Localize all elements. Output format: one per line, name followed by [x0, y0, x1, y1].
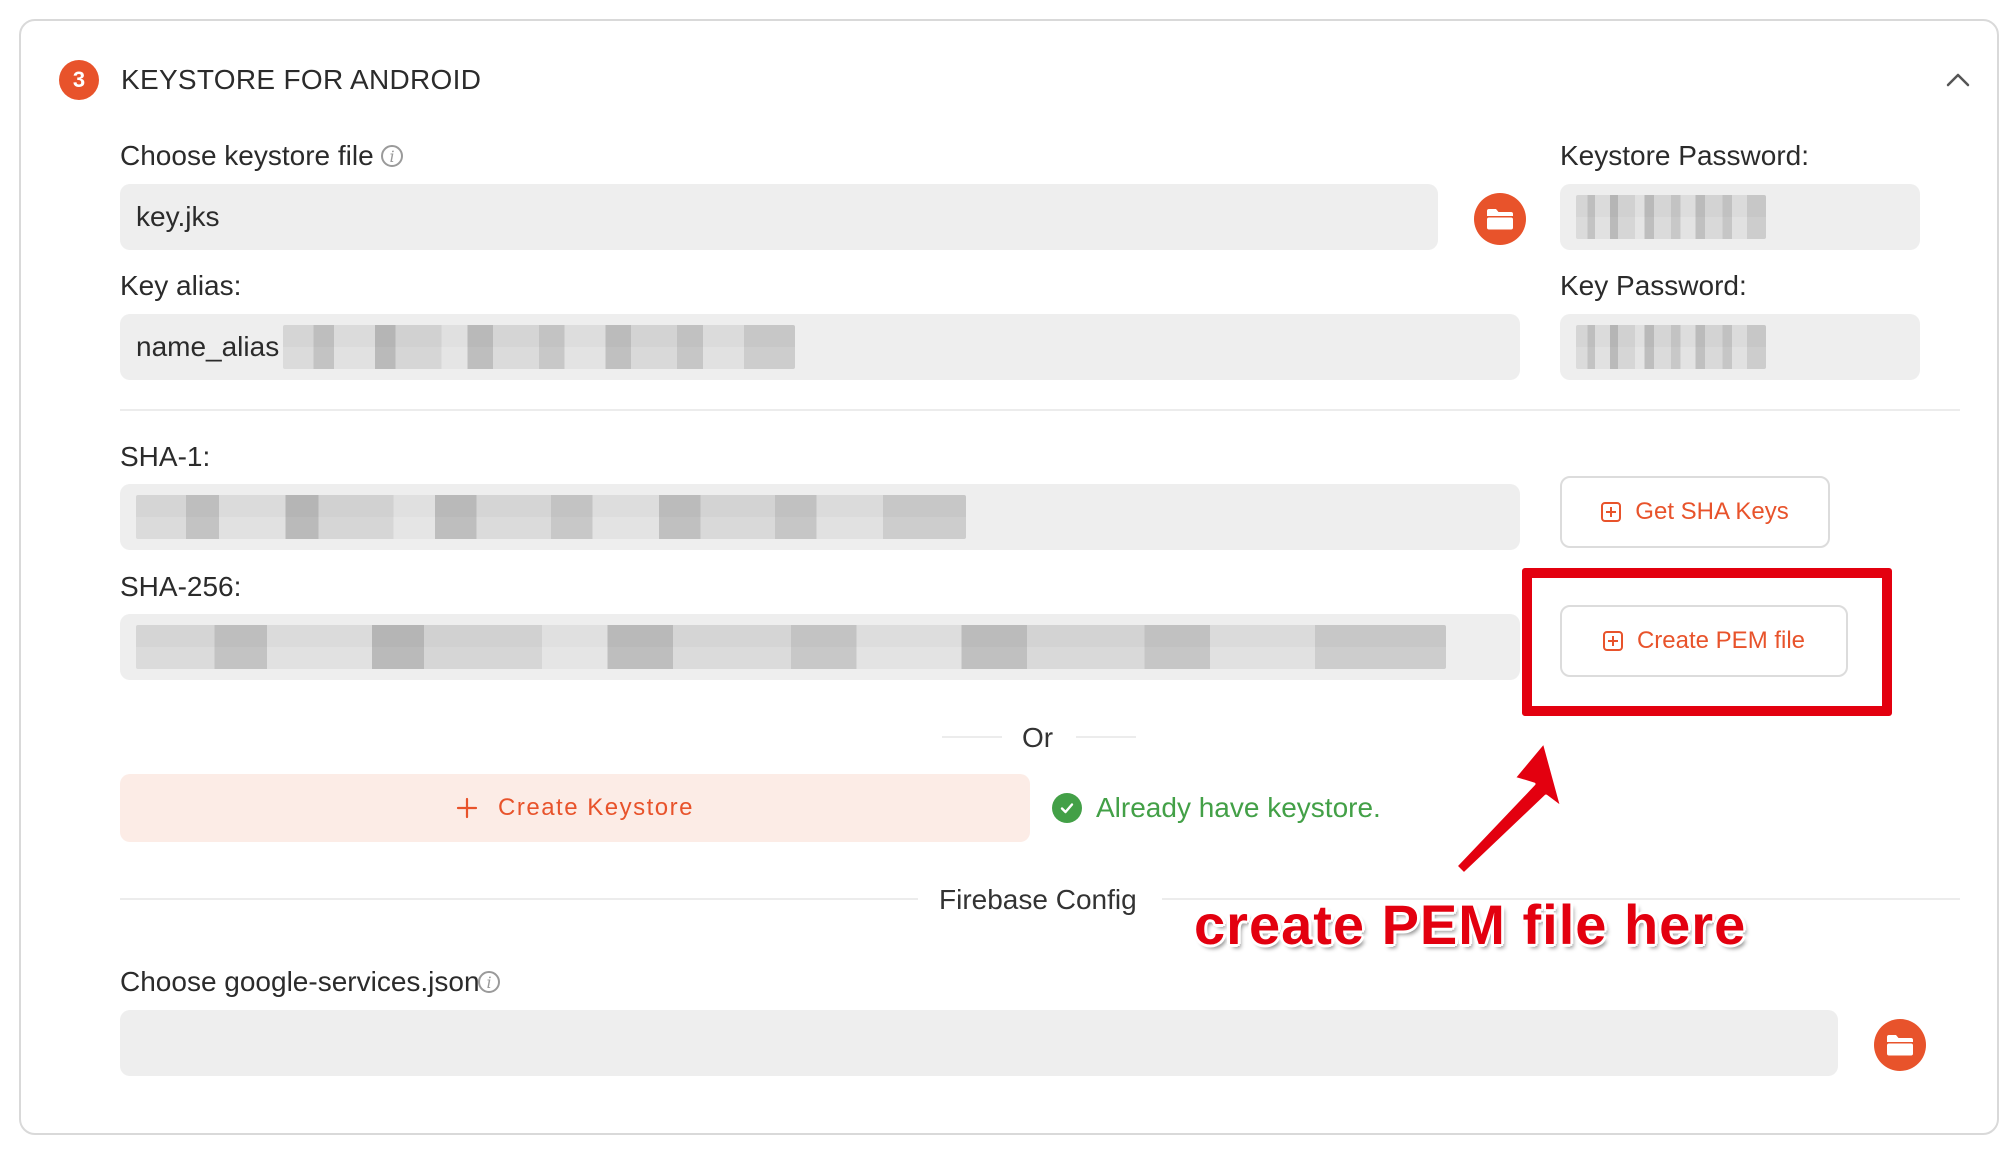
redacted-value [1576, 195, 1766, 239]
keystore-password-label: Keystore Password: [1560, 140, 1809, 171]
sha256-field[interactable] [120, 614, 1520, 680]
or-separator-text: Or [1022, 722, 1054, 753]
create-keystore-label: Create Keystore [498, 794, 694, 821]
sha256-label: SHA-256: [120, 571, 242, 602]
folder-icon [1487, 209, 1513, 230]
chevron-up-icon[interactable] [1942, 64, 1974, 96]
annotation-text: create PEM file here [1194, 893, 1747, 956]
firebase-config-title: Firebase Config [939, 884, 1137, 915]
section-title: KEYSTORE FOR ANDROID [121, 64, 482, 95]
arrow-icon [1454, 740, 1564, 876]
folder-icon [1887, 1035, 1913, 1056]
google-services-field[interactable] [120, 1010, 1838, 1076]
redacted-value [136, 625, 1446, 669]
already-have-keystore-text: Already have keystore. [1096, 792, 1381, 823]
sha1-field[interactable] [120, 484, 1520, 550]
create-keystore-button[interactable]: Create Keystore [120, 774, 1030, 842]
keystore-password-field[interactable] [1560, 184, 1920, 250]
annotation-highlight-box [1522, 568, 1892, 716]
get-sha-keys-button[interactable]: Get SHA Keys [1560, 476, 1830, 548]
key-alias-field[interactable]: name_alias [120, 314, 1520, 380]
firebase-divider-left [120, 898, 918, 900]
key-password-field[interactable] [1560, 314, 1920, 380]
or-divider-right [1076, 736, 1136, 738]
step-number: 3 [72, 67, 86, 92]
google-services-folder-button[interactable] [1874, 1019, 1926, 1071]
key-alias-value: name_alias [136, 331, 280, 362]
redacted-value [1576, 325, 1766, 369]
key-password-label: Key Password: [1560, 270, 1747, 301]
keystore-file-label: Choose keystore file [120, 140, 374, 171]
info-icon[interactable]: i [381, 145, 403, 167]
redacted-value [283, 325, 796, 369]
redacted-value [136, 495, 966, 539]
keystore-file-value: key.jks [136, 201, 220, 232]
plus-square-icon [1601, 502, 1622, 522]
keystore-file-field[interactable]: key.jks [120, 184, 1438, 250]
sha1-label: SHA-1: [120, 441, 211, 472]
keystore-folder-button[interactable] [1474, 193, 1526, 245]
check-circle-icon [1052, 793, 1082, 823]
plus-icon [456, 797, 478, 819]
or-divider-left [942, 736, 1002, 738]
divider [120, 409, 1960, 411]
key-alias-label: Key alias: [120, 270, 242, 301]
already-have-keystore-status: Already have keystore. [1052, 792, 1381, 824]
get-sha-keys-label: Get SHA Keys [1635, 498, 1789, 525]
info-icon[interactable]: i [478, 971, 500, 993]
step-number-badge: 3 [59, 60, 99, 100]
google-services-label: Choose google-services.json [120, 966, 480, 997]
